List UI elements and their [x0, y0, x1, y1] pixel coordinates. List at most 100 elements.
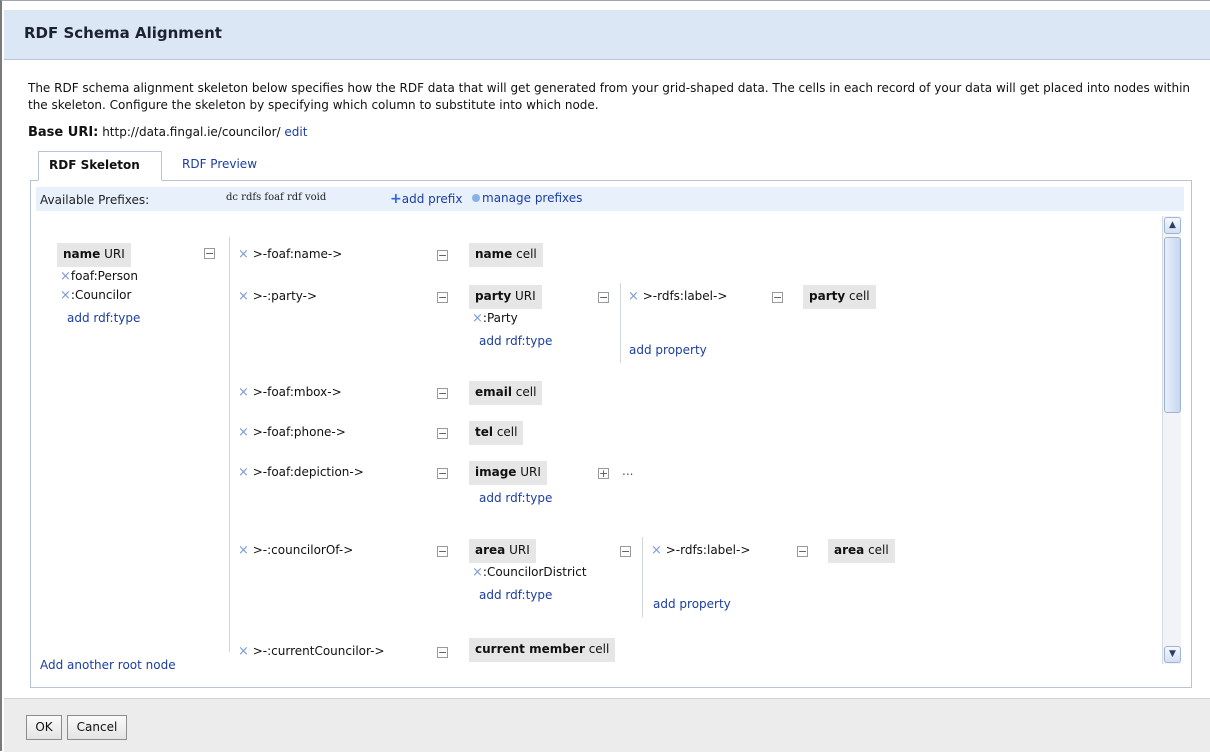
remove-type-icon[interactable]: ×	[472, 565, 483, 580]
scroll-down-icon[interactable]: ▼	[1164, 646, 1181, 663]
node-kind: cell	[584, 642, 610, 656]
tab-rdf-preview[interactable]: RDF Preview	[172, 151, 292, 181]
node-expand-toggle[interactable]: +	[598, 468, 609, 479]
manage-prefixes-link[interactable]: manage prefixes	[472, 191, 582, 205]
scrollbar-thumb[interactable]	[1164, 237, 1181, 413]
prefixes-label: Available Prefixes:	[40, 193, 150, 207]
plus-icon: +	[390, 191, 402, 207]
base-uri-edit-link[interactable]: edit	[284, 125, 307, 139]
add-prefix-link[interactable]: +add prefix	[390, 191, 462, 207]
node-collapse-toggle[interactable]: −	[772, 292, 783, 303]
property-label[interactable]: >-:party->	[253, 289, 317, 303]
node-collapse-toggle[interactable]: −	[437, 546, 448, 557]
sub-property-label[interactable]: >-rdfs:label->	[666, 543, 751, 557]
property-row: × >-:currentCouncilor->	[238, 644, 385, 659]
node-type: ×:CouncilorDistrict	[472, 565, 587, 580]
property-label[interactable]: >-foaf:name->	[253, 247, 343, 261]
root-type-1: ×foaf:Person	[60, 269, 138, 284]
node-name: area	[834, 543, 865, 557]
node-kind: cell	[512, 247, 537, 261]
property-label[interactable]: >-foaf:phone->	[253, 425, 346, 439]
node-collapse-toggle[interactable]: −	[437, 468, 448, 479]
node-collapse-toggle[interactable]: −	[437, 292, 448, 303]
cancel-button[interactable]: Cancel	[67, 715, 127, 740]
root-collapse-toggle[interactable]: −	[204, 248, 215, 259]
remove-type-icon[interactable]: ×	[472, 311, 483, 326]
add-property-link[interactable]: add property	[629, 343, 707, 357]
node-name: party	[475, 289, 512, 303]
node-type: ×:Party	[472, 311, 518, 326]
property-label[interactable]: >-:currentCouncilor->	[253, 644, 385, 658]
node-collapse-toggle[interactable]: −	[437, 647, 448, 658]
property-row: × >-:councilorOf->	[238, 543, 353, 558]
root-type-2: ×:Councilor	[60, 288, 131, 303]
node-collapse-toggle[interactable]: −	[437, 428, 448, 439]
object-node[interactable]: current member cell	[469, 638, 616, 662]
object-node[interactable]: party URI	[469, 285, 542, 309]
remove-property-icon[interactable]: ×	[238, 385, 249, 400]
object-node[interactable]: tel cell	[469, 421, 524, 445]
property-row: × >-foaf:name->	[238, 247, 342, 262]
object-node[interactable]: email cell	[469, 381, 543, 405]
node-collapse-toggle[interactable]: −	[598, 292, 609, 303]
add-prefix-label: add prefix	[401, 192, 463, 206]
node-add-type-link[interactable]: add rdf:type	[479, 588, 552, 602]
node-name: email	[475, 385, 512, 399]
root-add-type-link[interactable]: add rdf:type	[67, 311, 140, 325]
base-uri-label: Base URI:	[28, 125, 99, 140]
remove-property-icon[interactable]: ×	[238, 247, 249, 262]
node-name: tel	[475, 425, 493, 439]
root-divider	[229, 237, 230, 652]
remove-property-icon[interactable]: ×	[651, 543, 662, 558]
add-root-node-link[interactable]: Add another root node	[40, 658, 176, 672]
node-type-label: :Party	[482, 311, 518, 325]
remove-property-icon[interactable]: ×	[238, 644, 249, 659]
ok-button[interactable]: OK	[26, 715, 62, 740]
globe-icon	[472, 194, 480, 202]
node-kind: URI	[505, 543, 530, 557]
node-divider	[620, 283, 621, 363]
node-kind: URI	[511, 289, 536, 303]
skeleton-scroll-area[interactable]: name URI − ×foaf:Person ×:Councilor add …	[32, 217, 1182, 685]
remove-type-icon[interactable]: ×	[60, 269, 71, 284]
node-name: current member	[475, 642, 585, 656]
root-node-name: name	[63, 247, 101, 261]
base-uri-value: http://data.fingal.ie/councilor/	[102, 125, 281, 139]
base-uri-row: Base URI: http://data.fingal.ie/councilo…	[28, 125, 307, 140]
remove-type-icon[interactable]: ×	[60, 288, 71, 303]
root-node-kind: URI	[100, 247, 125, 261]
remove-property-icon[interactable]: ×	[238, 289, 249, 304]
node-collapse-toggle[interactable]: −	[437, 250, 448, 261]
prefix-list: dc rdfs foaf rdf void	[226, 192, 327, 203]
tab-rdf-skeleton[interactable]: RDF Skeleton	[38, 151, 162, 181]
node-add-type-link[interactable]: add rdf:type	[479, 491, 552, 505]
object-node[interactable]: area URI	[469, 539, 536, 563]
scroll-up-icon[interactable]: ▲	[1164, 217, 1181, 234]
root-node[interactable]: name URI	[57, 243, 131, 267]
remove-property-icon[interactable]: ×	[238, 425, 249, 440]
object-node[interactable]: party cell	[803, 285, 876, 309]
property-label[interactable]: >-foaf:depiction->	[253, 465, 364, 479]
node-collapse-toggle[interactable]: −	[797, 546, 808, 557]
remove-property-icon[interactable]: ×	[628, 289, 639, 304]
node-type-label: :CouncilorDistrict	[482, 565, 587, 579]
node-name: party	[809, 289, 846, 303]
rdf-schema-dialog: RDF Schema Alignment The RDF schema alig…	[0, 0, 1210, 752]
node-collapse-toggle[interactable]: −	[620, 546, 631, 557]
object-node[interactable]: area cell	[828, 539, 895, 563]
object-node[interactable]: name cell	[469, 243, 543, 267]
property-row: × >-foaf:phone->	[238, 425, 346, 440]
sub-property-label[interactable]: >-rdfs:label->	[643, 289, 728, 303]
object-node[interactable]: image URI	[469, 461, 547, 485]
property-row: × >-foaf:depiction->	[238, 465, 364, 480]
remove-property-icon[interactable]: ×	[238, 543, 249, 558]
property-label[interactable]: >-foaf:mbox->	[253, 385, 342, 399]
remove-property-icon[interactable]: ×	[238, 465, 249, 480]
property-label[interactable]: >-:councilorOf->	[253, 543, 354, 557]
node-collapse-toggle[interactable]: −	[437, 388, 448, 399]
node-add-type-link[interactable]: add rdf:type	[479, 334, 552, 348]
node-name: image	[475, 465, 517, 479]
add-property-link[interactable]: add property	[653, 597, 731, 611]
node-name: name	[475, 247, 513, 261]
vertical-scrollbar[interactable]: ▲ ▼	[1162, 216, 1181, 664]
